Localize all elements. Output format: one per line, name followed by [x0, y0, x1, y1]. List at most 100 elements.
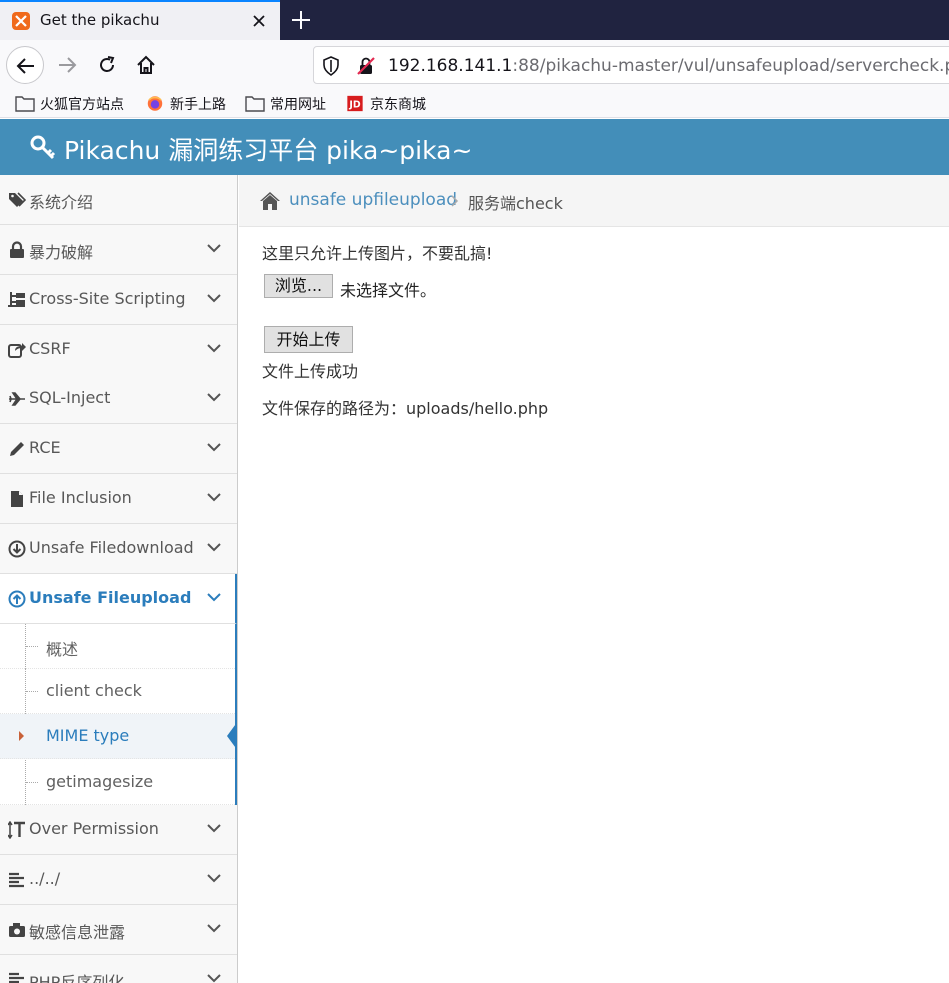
chevron-down-icon — [207, 593, 221, 602]
sidebar-item-csrf[interactable]: CSRF — [0, 325, 237, 375]
sidebar-item-label: Unsafe Fileupload — [29, 588, 192, 607]
upload-button[interactable]: 开始上传 — [264, 326, 353, 353]
url-text: 192.168.141.1:88/pikachu-master/vul/unsa… — [388, 56, 949, 76]
upload-icon — [8, 590, 26, 608]
sidebar: 系统介绍 暴力破解 Cross-Site Scripting CSRF SQL-… — [0, 175, 238, 983]
bookmarks-toolbar: 火狐官方站点 新手上路 常用网址 JD 京东商城 — [0, 90, 949, 118]
bookmark-getting-started[interactable]: 新手上路 — [145, 93, 240, 115]
text-height-icon — [8, 821, 25, 839]
folder-icon — [15, 96, 35, 112]
chevron-down-icon — [207, 244, 221, 253]
sidebar-item-intro[interactable]: 系统介绍 — [0, 175, 237, 225]
pencil-icon — [10, 442, 24, 456]
bookmark-label: 火狐官方站点 — [40, 97, 124, 113]
bookmark-label: 新手上路 — [170, 97, 226, 113]
sidebar-item-over-permission[interactable]: Over Permission — [0, 805, 237, 855]
sidebar-item-info-leak[interactable]: 敏感信息泄露 — [0, 905, 237, 955]
bookmark-firefox-official[interactable]: 火狐官方站点 — [15, 93, 140, 115]
browser-tab[interactable]: Get the pikachu — [0, 0, 280, 40]
chevron-down-icon — [207, 393, 221, 402]
bookmark-label: 常用网址 — [270, 97, 326, 113]
breadcrumb-link[interactable]: unsafe upfileupload — [289, 190, 457, 210]
submenu-item-label: 概述 — [46, 640, 79, 659]
sidebar-item-sqli[interactable]: SQL-Inject — [0, 374, 237, 424]
sidebar-item-file-inclusion[interactable]: File Inclusion — [0, 474, 237, 524]
svg-text:JD: JD — [348, 99, 360, 110]
arrow-right-icon — [59, 57, 77, 73]
submenu-item-overview[interactable]: 概述 — [0, 624, 235, 669]
sidebar-item-label: ../../ — [29, 869, 61, 888]
upload-result: 文件上传成功 — [262, 362, 359, 381]
insecure-lock-icon[interactable] — [356, 56, 376, 76]
home-icon — [137, 55, 155, 74]
share-icon — [8, 343, 26, 358]
reload-icon — [100, 56, 115, 72]
saved-path: 文件保存的路径为：uploads/hello.php — [262, 399, 549, 418]
upload-notice: 这里只允许上传图片，不要乱搞! — [262, 244, 493, 263]
chevron-down-icon — [207, 443, 221, 452]
tags-icon — [9, 192, 26, 207]
chevron-down-icon — [207, 344, 221, 353]
page-title[interactable]: Pikachu 漏洞练习平台 pika~pika~ — [64, 131, 472, 167]
bookmark-common-sites[interactable]: 常用网址 — [245, 93, 340, 115]
file-status: 未选择文件。 — [340, 281, 437, 300]
page-header: Pikachu 漏洞练习平台 pika~pika~ — [0, 119, 949, 175]
chevron-down-icon — [207, 924, 221, 933]
home-button[interactable] — [127, 46, 165, 84]
chevron-down-icon — [207, 874, 221, 883]
sidebar-item-rce[interactable]: RCE — [0, 424, 237, 474]
sidebar-item-label: File Inclusion — [29, 488, 132, 507]
sidebar-item-php-unserialize[interactable]: PHP反序列化 — [0, 955, 237, 983]
camera-icon — [9, 923, 25, 937]
chevron-down-icon — [207, 493, 221, 502]
download-icon — [8, 540, 26, 558]
submenu-item-getimagesize[interactable]: getimagesize — [0, 760, 235, 805]
tab-close-icon[interactable] — [250, 12, 268, 30]
url-path: :88/pikachu-master/vul/unsafeupload/serv… — [512, 56, 949, 76]
chevron-down-icon — [207, 543, 221, 552]
submenu-item-label: client check — [46, 681, 142, 700]
sidebar-item-label: Unsafe Filedownload — [29, 538, 194, 557]
reload-button[interactable] — [88, 46, 126, 84]
new-tab-plus-icon[interactable] — [290, 9, 312, 31]
align-left-icon — [9, 872, 24, 888]
back-button[interactable] — [6, 46, 44, 84]
submenu-item-label: getimagesize — [46, 772, 154, 791]
submenu-item-label: MIME type — [46, 726, 130, 745]
breadcrumb-current: 服务端check — [468, 194, 563, 213]
browse-button[interactable]: 浏览... — [264, 274, 333, 298]
sidebar-item-label: CSRF — [29, 339, 71, 358]
sitemap-icon — [8, 292, 25, 307]
pikachu-favicon-icon — [12, 12, 30, 30]
sidebar-item-label: Cross-Site Scripting — [29, 289, 186, 308]
sidebar-item-xss[interactable]: Cross-Site Scripting — [0, 275, 237, 325]
sidebar-item-bruteforce[interactable]: 暴力破解 — [0, 225, 237, 275]
sidebar-item-dir-traversal[interactable]: ../../ — [0, 855, 237, 905]
sidebar-item-fileupload[interactable]: Unsafe Fileupload — [0, 574, 237, 624]
shield-icon[interactable] — [322, 56, 340, 76]
key-icon — [30, 135, 56, 160]
plane-icon — [9, 392, 25, 406]
chevron-down-icon — [207, 974, 221, 983]
url-host: 192.168.141.1 — [388, 56, 513, 76]
browser-tab-bar: Get the pikachu — [0, 0, 949, 40]
firefox-icon — [147, 96, 163, 111]
fileupload-submenu: 概述 client check MIME type getimagesize — [0, 624, 237, 806]
caret-right-icon — [19, 731, 24, 741]
main-content: 这里只允许上传图片，不要乱搞! 浏览... 未选择文件。 开始上传 文件上传成功… — [239, 227, 949, 983]
submenu-item-client-check[interactable]: client check — [0, 669, 235, 714]
home-icon[interactable] — [259, 191, 281, 211]
browser-nav-bar: 192.168.141.1:88/pikachu-master/vul/unsa… — [0, 40, 949, 90]
chevron-down-icon — [207, 824, 221, 833]
submenu-item-mime-type[interactable]: MIME type — [0, 714, 237, 759]
chevron-right-icon — [451, 195, 459, 207]
forward-button[interactable] — [48, 46, 86, 84]
url-bar[interactable]: 192.168.141.1:88/pikachu-master/vul/unsa… — [313, 46, 949, 84]
tab-title: Get the pikachu — [40, 11, 160, 29]
sidebar-item-filedownload[interactable]: Unsafe Filedownload — [0, 524, 237, 574]
arrow-left-icon — [16, 58, 34, 74]
chevron-down-icon — [207, 294, 221, 303]
folder-icon — [245, 96, 265, 112]
bookmark-jd[interactable]: JD 京东商城 — [345, 93, 440, 115]
breadcrumb: unsafe upfileupload 服务端check — [239, 175, 949, 227]
